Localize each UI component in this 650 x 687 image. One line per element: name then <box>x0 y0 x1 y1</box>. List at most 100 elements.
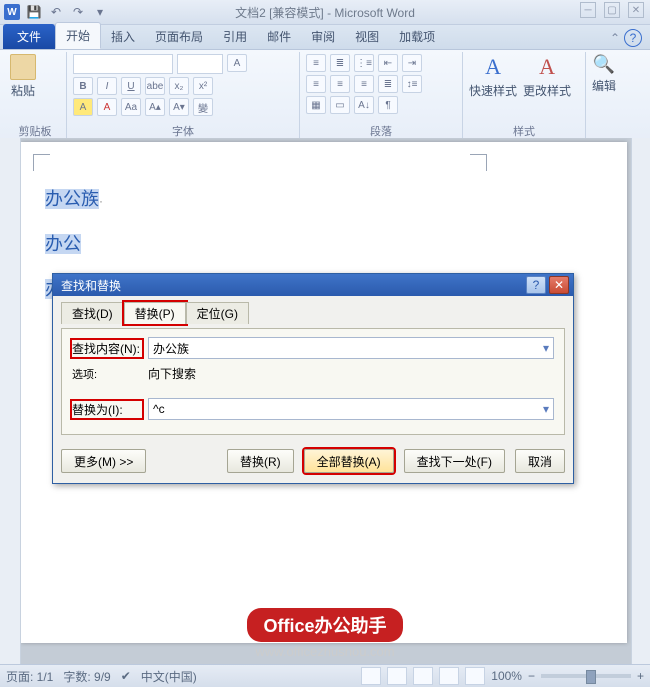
quick-styles-button[interactable]: A 快速样式 <box>469 54 517 99</box>
app-icon: W <box>4 4 20 20</box>
draft-view-icon[interactable] <box>465 667 485 685</box>
tab-layout[interactable]: 页面布局 <box>145 24 213 49</box>
find-label: 查找内容(N): <box>72 340 142 357</box>
quick-styles-label: 快速样式 <box>469 82 517 99</box>
paste-icon <box>10 54 36 80</box>
redo-icon[interactable]: ↷ <box>70 4 86 20</box>
strike-icon[interactable]: abe <box>145 77 165 95</box>
change-styles-icon: A <box>539 54 555 80</box>
status-lang[interactable]: 中文(中国) <box>141 668 197 685</box>
tab-references[interactable]: 引用 <box>213 24 257 49</box>
find-replace-dialog: 查找和替换 ? ✕ 查找(D) 替换(P) 定位(G) 查找内容(N): 办公族… <box>52 273 574 484</box>
font-size-select[interactable] <box>177 54 223 74</box>
dropdown-icon[interactable]: ▾ <box>543 402 549 416</box>
undo-icon[interactable]: ↶ <box>48 4 64 20</box>
line-spacing-icon[interactable]: ↕≡ <box>402 75 422 93</box>
grow-font-icon[interactable]: A▴ <box>145 98 165 116</box>
find-input[interactable]: 办公族 ▾ <box>148 337 554 359</box>
borders-icon[interactable]: ▭ <box>330 96 350 114</box>
cancel-button[interactable]: 取消 <box>515 449 565 473</box>
increase-indent-icon[interactable]: ⇥ <box>402 54 422 72</box>
replace-input[interactable]: ^c ▾ <box>148 398 554 420</box>
qat-customize-icon[interactable]: ▾ <box>92 4 108 20</box>
find-next-button[interactable]: 查找下一处(F) <box>404 449 505 473</box>
tab-mailings[interactable]: 邮件 <box>257 24 301 49</box>
dropdown-icon[interactable]: ▾ <box>543 341 549 355</box>
underline-icon[interactable]: U <box>121 77 141 95</box>
decrease-indent-icon[interactable]: ⇤ <box>378 54 398 72</box>
watermark-url: www.officezhushou.com <box>0 644 650 659</box>
replace-label: 替换为(I): <box>72 401 142 418</box>
bullets-icon[interactable]: ≡ <box>306 54 326 72</box>
multilevel-icon[interactable]: ⋮≡ <box>354 54 374 72</box>
char-border-icon[interactable]: Aa <box>121 98 141 116</box>
minimize-button[interactable]: ─ <box>580 2 596 18</box>
editing-label: 编辑 <box>592 77 616 94</box>
italic-icon[interactable]: I <box>97 77 117 95</box>
status-page[interactable]: 页面: 1/1 <box>6 668 53 685</box>
replace-button[interactable]: 替换(R) <box>227 449 294 473</box>
subscript-icon[interactable]: x₂ <box>169 77 189 95</box>
clear-format-icon[interactable]: A <box>227 54 247 72</box>
help-icon[interactable]: ? <box>624 29 642 47</box>
proofing-icon[interactable]: ✔ <box>121 669 131 683</box>
restore-button[interactable]: ▢ <box>604 2 620 18</box>
zoom-slider[interactable] <box>541 674 631 678</box>
vertical-scrollbar[interactable] <box>631 138 650 687</box>
tab-review[interactable]: 审阅 <box>301 24 345 49</box>
margin-corner-icon <box>470 154 487 171</box>
superscript-icon[interactable]: x² <box>193 77 213 95</box>
tab-find[interactable]: 查找(D) <box>61 302 124 324</box>
shading-icon[interactable]: ▦ <box>306 96 326 114</box>
find-icon: 🔍 <box>593 54 615 75</box>
vertical-ruler <box>0 138 21 687</box>
close-button[interactable]: ✕ <box>628 2 644 18</box>
numbering-icon[interactable]: ≣ <box>330 54 350 72</box>
outline-view-icon[interactable] <box>439 667 459 685</box>
tab-goto[interactable]: 定位(G) <box>186 302 249 324</box>
replace-all-button[interactable]: 全部替换(A) <box>304 449 394 473</box>
show-marks-icon[interactable]: ¶ <box>378 96 398 114</box>
print-layout-view-icon[interactable] <box>361 667 381 685</box>
font-color-icon[interactable]: A <box>97 98 117 116</box>
watermark-badge: Office办公助手 <box>247 608 402 642</box>
tab-replace[interactable]: 替换(P) <box>124 302 186 324</box>
zoom-level[interactable]: 100% <box>491 669 522 683</box>
font-family-select[interactable] <box>73 54 173 74</box>
more-button[interactable]: 更多(M) >> <box>61 449 146 473</box>
doc-text[interactable]: 办公 <box>45 234 81 254</box>
minimize-ribbon-icon[interactable]: ⌃ <box>610 31 620 45</box>
save-icon[interactable]: 💾 <box>26 4 42 20</box>
align-left-icon[interactable]: ≡ <box>306 75 326 93</box>
fullscreen-view-icon[interactable] <box>387 667 407 685</box>
tab-home[interactable]: 开始 <box>55 22 101 49</box>
doc-text[interactable]: 办公族 <box>45 189 99 209</box>
align-center-icon[interactable]: ≡ <box>330 75 350 93</box>
highlight-icon[interactable]: A <box>73 98 93 116</box>
tab-view[interactable]: 视图 <box>345 24 389 49</box>
replace-value: ^c <box>153 402 165 416</box>
shrink-font-icon[interactable]: A▾ <box>169 98 189 116</box>
change-styles-button[interactable]: A 更改样式 <box>523 54 571 99</box>
options-value: 向下搜索 <box>148 365 196 382</box>
editing-button[interactable]: 🔍 编辑 <box>592 54 616 94</box>
web-view-icon[interactable] <box>413 667 433 685</box>
justify-icon[interactable]: ≣ <box>378 75 398 93</box>
find-value: 办公族 <box>153 340 189 357</box>
paste-button[interactable]: 粘贴 <box>10 54 36 99</box>
bold-icon[interactable]: B <box>73 77 93 95</box>
align-right-icon[interactable]: ≡ <box>354 75 374 93</box>
dialog-close-button[interactable]: ✕ <box>549 276 569 294</box>
margin-corner-icon <box>33 154 50 171</box>
sort-icon[interactable]: A↓ <box>354 96 374 114</box>
options-label: 选项: <box>72 366 142 382</box>
tab-insert[interactable]: 插入 <box>101 24 145 49</box>
paste-label: 粘贴 <box>11 82 35 99</box>
zoom-in-icon[interactable]: + <box>637 669 644 683</box>
tab-addins[interactable]: 加载项 <box>389 24 445 49</box>
zoom-out-icon[interactable]: − <box>528 669 535 683</box>
phonetic-icon[interactable]: 變 <box>193 98 213 116</box>
dialog-help-button[interactable]: ? <box>526 276 546 294</box>
file-tab[interactable]: 文件 <box>3 24 55 49</box>
status-words[interactable]: 字数: 9/9 <box>63 668 110 685</box>
